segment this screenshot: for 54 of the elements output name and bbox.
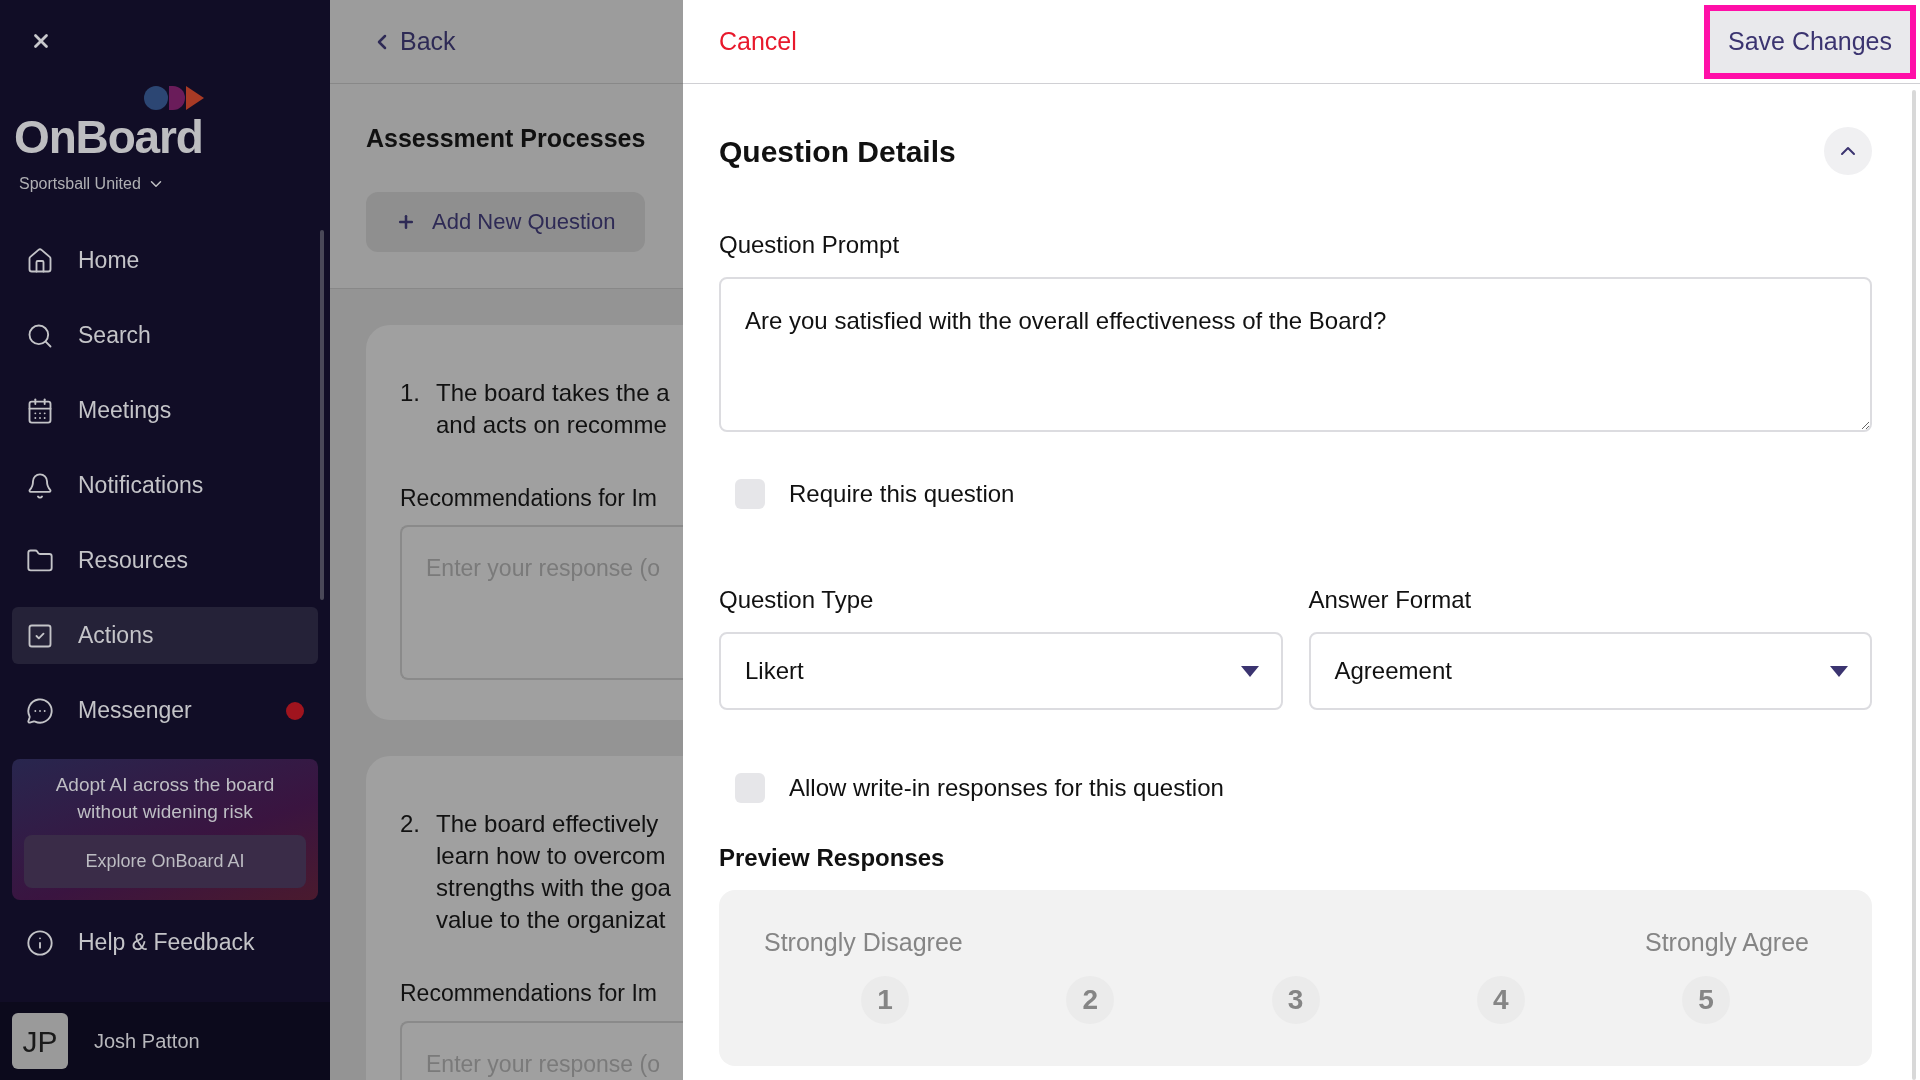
caret-down-icon (1240, 665, 1259, 677)
question-text: learn how to overcom (436, 841, 667, 871)
collapse-button[interactable] (1824, 127, 1872, 175)
page-title: Assessment Processes (366, 123, 647, 154)
question-text: value to the organizat (436, 905, 667, 935)
save-changes-button[interactable]: Save Changes (1704, 4, 1916, 79)
caret-down-icon (1830, 665, 1848, 677)
question-text: and acts on recomme (436, 409, 668, 440)
nav-item[interactable]: Actions (12, 607, 318, 664)
logo-icon (144, 84, 206, 112)
bell-icon (26, 471, 54, 500)
field-label: Recommendations for Im (400, 483, 658, 513)
answer-format-select[interactable]: Agreement (1308, 632, 1872, 710)
organization-selector[interactable]: Sportsball United (19, 172, 330, 196)
scale-label: Strongly Disagree (764, 927, 963, 958)
help-link[interactable]: Help & Feedback (12, 914, 255, 971)
chat-bubble-icon (26, 696, 54, 725)
info-icon (26, 928, 54, 957)
field-label: Question Prompt (719, 230, 901, 260)
nav-item[interactable]: Notifications (12, 457, 318, 514)
scrollbar[interactable] (320, 230, 324, 600)
promo-text: Adopt AI across the board without widening risk (54, 773, 276, 824)
scrollbar[interactable] (1912, 90, 1916, 1080)
nav-item[interactable]: Meetings (12, 382, 318, 439)
question-text: The board takes the a (436, 377, 670, 408)
field-label: Recommendations for Im (400, 979, 658, 1008)
avatar[interactable]: JP (12, 1013, 68, 1069)
calendar-icon (26, 396, 54, 425)
checkbox[interactable] (735, 479, 765, 509)
checkbox[interactable] (735, 773, 765, 803)
question-text: The board effectively (436, 809, 660, 839)
house-icon (26, 246, 54, 275)
add-question-button[interactable]: Add New Question (366, 191, 646, 252)
nav-item[interactable]: Home (12, 232, 318, 289)
question-type-select[interactable]: Likert (719, 632, 1283, 710)
nav-item[interactable]: Messenger (12, 682, 318, 739)
cancel-button[interactable]: Cancel (719, 22, 797, 61)
field-label: Answer Format (1308, 585, 1473, 615)
user-name: Josh Patton (94, 1029, 200, 1054)
scale-label: Strongly Agree (1645, 927, 1809, 958)
question-number: 2. (400, 809, 420, 839)
explore-ai-button[interactable]: Explore OnBoard AI (24, 835, 306, 888)
prompt-field[interactable]: Are you satisfied with the overall effectiveness of the Board? (719, 277, 1872, 432)
preview-title: Preview Responses (719, 843, 946, 873)
checkbox-label: Allow write-in responses for this question (789, 773, 1224, 803)
back-link[interactable]: Back (370, 22, 456, 61)
checkbox-label: Require this question (789, 479, 1015, 509)
question-number: 1. (400, 377, 420, 408)
question-text: strengths with the goa (436, 873, 671, 903)
section-title: Question Details (719, 133, 956, 170)
nav-item[interactable]: Search (12, 307, 318, 364)
logo-text: OnBoard (14, 112, 204, 162)
nav-item[interactable]: Resources (12, 532, 318, 589)
field-label: Question Type (719, 585, 875, 615)
